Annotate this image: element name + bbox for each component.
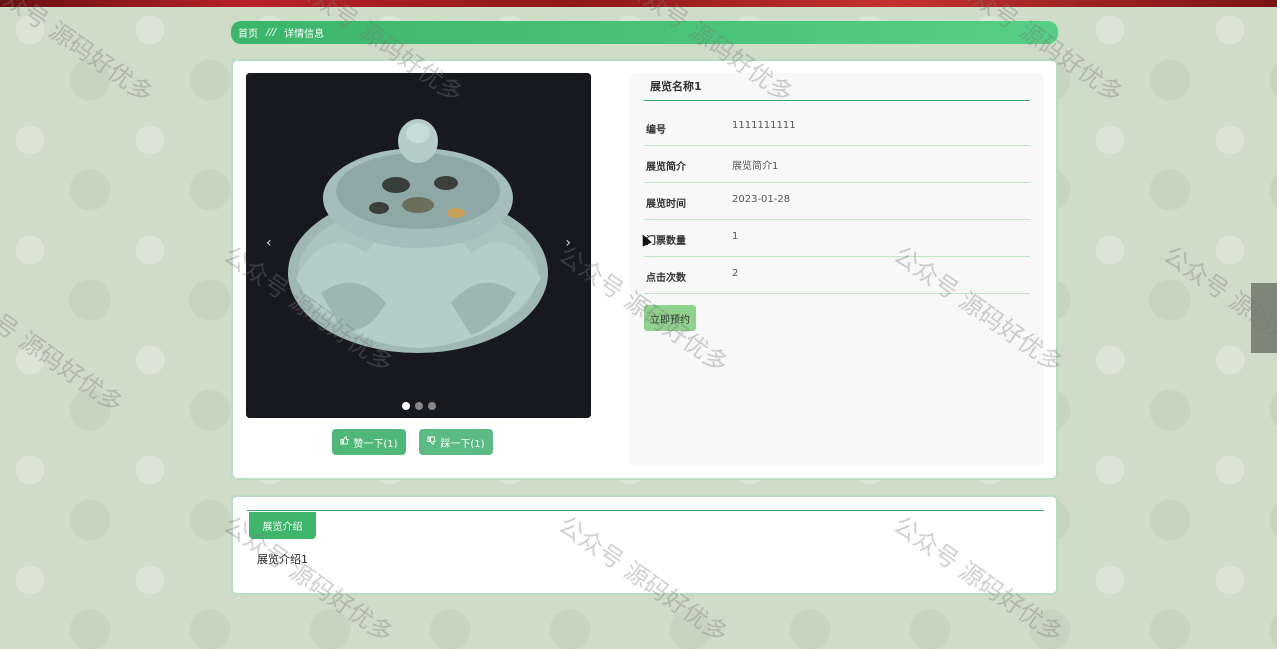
field-label: 点击次数: [646, 273, 686, 284]
image-carousel[interactable]: ‹ ›: [246, 73, 591, 418]
dislike-button[interactable]: 踩一下(1): [419, 429, 493, 455]
exhibition-info: 展览名称1 编号 1111111111 展览简介 展览简介1 展览时间 2023…: [630, 73, 1044, 466]
tab-exhibition-intro[interactable]: 展览介绍: [249, 512, 316, 539]
intro-content: 展览介绍1: [257, 553, 308, 566]
dislike-label: 踩一下(1): [440, 438, 485, 450]
watermark-text: 公众号 源码好优多: [0, 280, 129, 419]
field-label: 展览时间: [646, 199, 686, 210]
watermark-text: 公众号 源码好优多: [0, 0, 159, 109]
field-value: 展览简介1: [732, 161, 779, 172]
floating-side-tab[interactable]: [1251, 283, 1277, 353]
field-value: 2023-01-28: [732, 194, 791, 205]
breadcrumb: 首页 /// 详情信息: [231, 21, 1058, 44]
like-label: 赞一下(1): [353, 438, 398, 450]
carousel-dot[interactable]: [414, 402, 423, 410]
carousel-next-arrow[interactable]: ›: [565, 235, 571, 251]
breadcrumb-home[interactable]: 首页: [238, 25, 258, 40]
breadcrumb-current: 详情信息: [284, 29, 325, 40]
carousel-indicators: [246, 402, 591, 410]
field-label: 展览简介: [646, 162, 686, 173]
field-value: 1: [732, 231, 739, 242]
info-row-id: 编号 1111111111: [644, 109, 1030, 146]
intro-divider: [247, 510, 1044, 511]
thumbs-up-icon: [340, 436, 350, 448]
carousel-dot[interactable]: [401, 402, 410, 410]
field-label: 编号: [646, 125, 666, 136]
carousel-prev-arrow[interactable]: ‹: [266, 235, 272, 251]
field-label: 门票数量: [646, 236, 686, 247]
detail-panel: ‹ › 赞一下(1) 踩一下(1) 展览名称1 编号 1111111111 展览…: [231, 59, 1058, 480]
exhibit-image: [246, 73, 591, 418]
info-row-tickets: 门票数量 1: [644, 220, 1030, 257]
like-button[interactable]: 赞一下(1): [332, 429, 406, 455]
exhibition-title: 展览名称1: [644, 73, 1030, 101]
book-now-button[interactable]: 立即预约: [644, 305, 696, 331]
thumbs-down-icon: [427, 436, 437, 448]
info-row-clicks: 点击次数 2: [644, 257, 1030, 294]
field-value: 2: [732, 268, 739, 279]
intro-panel: 展览介绍 展览介绍1: [231, 495, 1058, 595]
breadcrumb-separator: ///: [266, 27, 277, 38]
field-value: 1111111111: [732, 120, 796, 131]
top-banner-image: [0, 0, 1277, 7]
info-row-time: 展览时间 2023-01-28: [644, 183, 1030, 220]
carousel-dot[interactable]: [427, 402, 436, 410]
info-row-summary: 展览简介 展览简介1: [644, 146, 1030, 183]
